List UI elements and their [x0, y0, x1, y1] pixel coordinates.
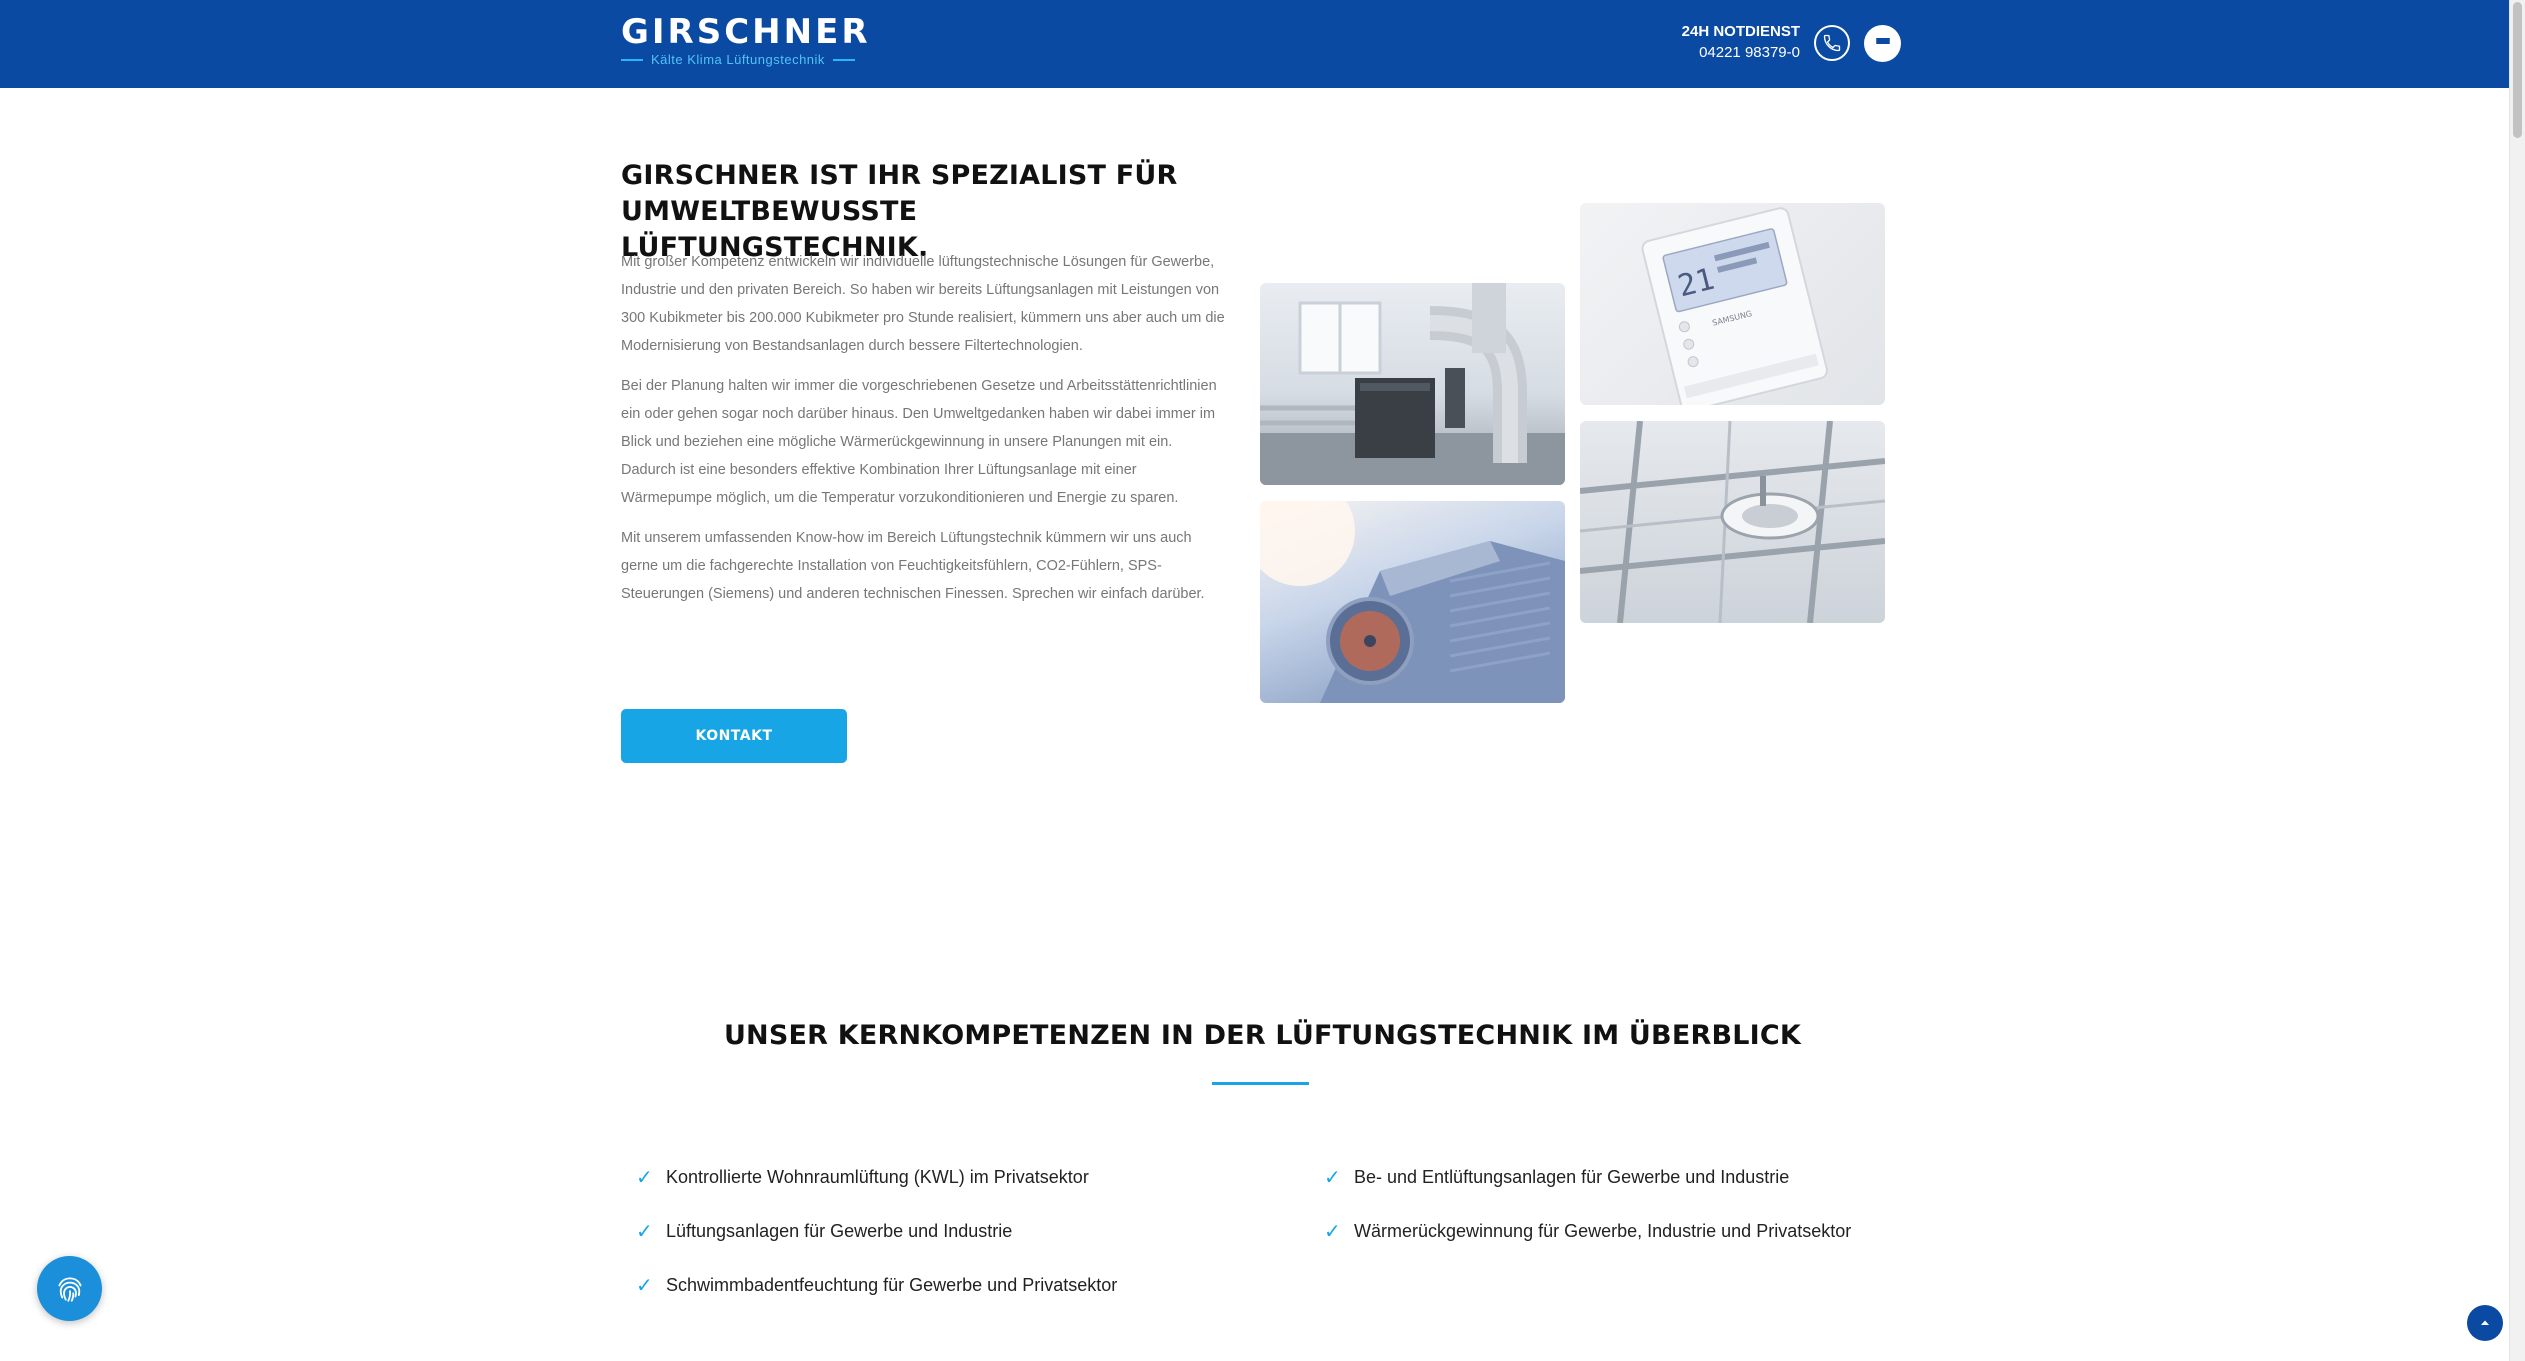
- phone-icon: [1823, 34, 1841, 52]
- core-competencies-list-right: ✓ Be- und Entlüftungsanlagen für Gewerbe…: [1324, 1150, 1944, 1258]
- section-divider: [1212, 1082, 1309, 1085]
- logo-tagline-row: Kälte Klima Lüftungstechnik: [621, 52, 881, 67]
- list-item: ✓ Wärmerückgewinnung für Gewerbe, Indust…: [1324, 1204, 1944, 1258]
- call-button[interactable]: [1814, 25, 1850, 61]
- logo[interactable]: GIRSCHNER Kälte Klima Lüftungstechnik: [621, 14, 881, 70]
- list-item: ✓ Be- und Entlüftungsanlagen für Gewerbe…: [1324, 1150, 1944, 1204]
- fingerprint-icon: [57, 1276, 82, 1302]
- list-item: ✓ Schwimmbadentfeuchtung für Gewerbe und…: [636, 1258, 1256, 1312]
- checkmark-icon: ✓: [1324, 1220, 1341, 1243]
- ceiling-cassette-image: [1580, 421, 1885, 623]
- page-scrollbar[interactable]: [2509, 0, 2525, 1361]
- menu-button[interactable]: [1864, 25, 1901, 62]
- logo-tagline: Kälte Klima Lüftungstechnik: [651, 52, 825, 67]
- intro-text: Mit großer Kompetenz entwickeln wir indi…: [621, 248, 1225, 620]
- emergency-label: 24H NOTDIENST: [1681, 23, 1800, 40]
- outdoor-ac-unit-image: [1260, 501, 1565, 703]
- intro-paragraph: Bei der Planung halten wir immer die vor…: [621, 378, 1217, 506]
- checkmark-icon: ✓: [636, 1274, 653, 1297]
- intro-paragraph: Mit unserem umfassenden Know-how im Bere…: [621, 530, 1205, 602]
- emergency-phone-number[interactable]: 04221 98379-0: [1660, 42, 1800, 64]
- checkmark-icon: ✓: [636, 1166, 653, 1189]
- thermostat-image: 21 SAMSUNG: [1580, 203, 1885, 405]
- logo-wordmark: GIRSCHNER: [621, 12, 871, 52]
- checkmark-icon: ✓: [636, 1220, 653, 1243]
- emergency-contact: 24H NOTDIENST 04221 98379-0: [1660, 22, 1800, 64]
- list-item-label: Wärmerückgewinnung für Gewerbe, Industri…: [1354, 1220, 1852, 1241]
- list-item-label: Schwimmbadentfeuchtung für Gewerbe und P…: [666, 1274, 1118, 1295]
- core-competencies-list-left: ✓ Kontrollierte Wohnraumlüftung (KWL) im…: [636, 1150, 1256, 1312]
- logo-line-right: [832, 58, 855, 61]
- contact-button[interactable]: KONTAKT: [621, 709, 847, 763]
- hamburger-menu-icon: [1875, 38, 1890, 49]
- scroll-to-top-button[interactable]: [2467, 1305, 2503, 1341]
- privacy-settings-button[interactable]: [37, 1256, 102, 1321]
- site-header: GIRSCHNER Kälte Klima Lüftungstechnik 24…: [0, 0, 2525, 88]
- list-item-label: Be- und Entlüftungsanlagen für Gewerbe u…: [1354, 1166, 1790, 1187]
- core-competencies-title: UNSER KERNKOMPETENZEN IN DER LÜFTUNGSTEC…: [723, 1020, 1802, 1051]
- list-item: ✓ Kontrollierte Wohnraumlüftung (KWL) im…: [636, 1150, 1256, 1204]
- technical-room-image: [1260, 283, 1565, 485]
- scrollbar-thumb[interactable]: [2513, 2, 2522, 138]
- checkmark-icon: ✓: [1324, 1166, 1341, 1189]
- arrow-up-icon: [2481, 1320, 2489, 1325]
- intro-paragraph: Mit großer Kompetenz entwickeln wir indi…: [621, 254, 1225, 354]
- list-item-label: Lüftungsanlagen für Gewerbe und Industri…: [666, 1220, 1013, 1241]
- list-item-label: Kontrollierte Wohnraumlüftung (KWL) im P…: [666, 1166, 1089, 1187]
- logo-line-left: [621, 58, 643, 61]
- list-item: ✓ Lüftungsanlagen für Gewerbe und Indust…: [636, 1204, 1256, 1258]
